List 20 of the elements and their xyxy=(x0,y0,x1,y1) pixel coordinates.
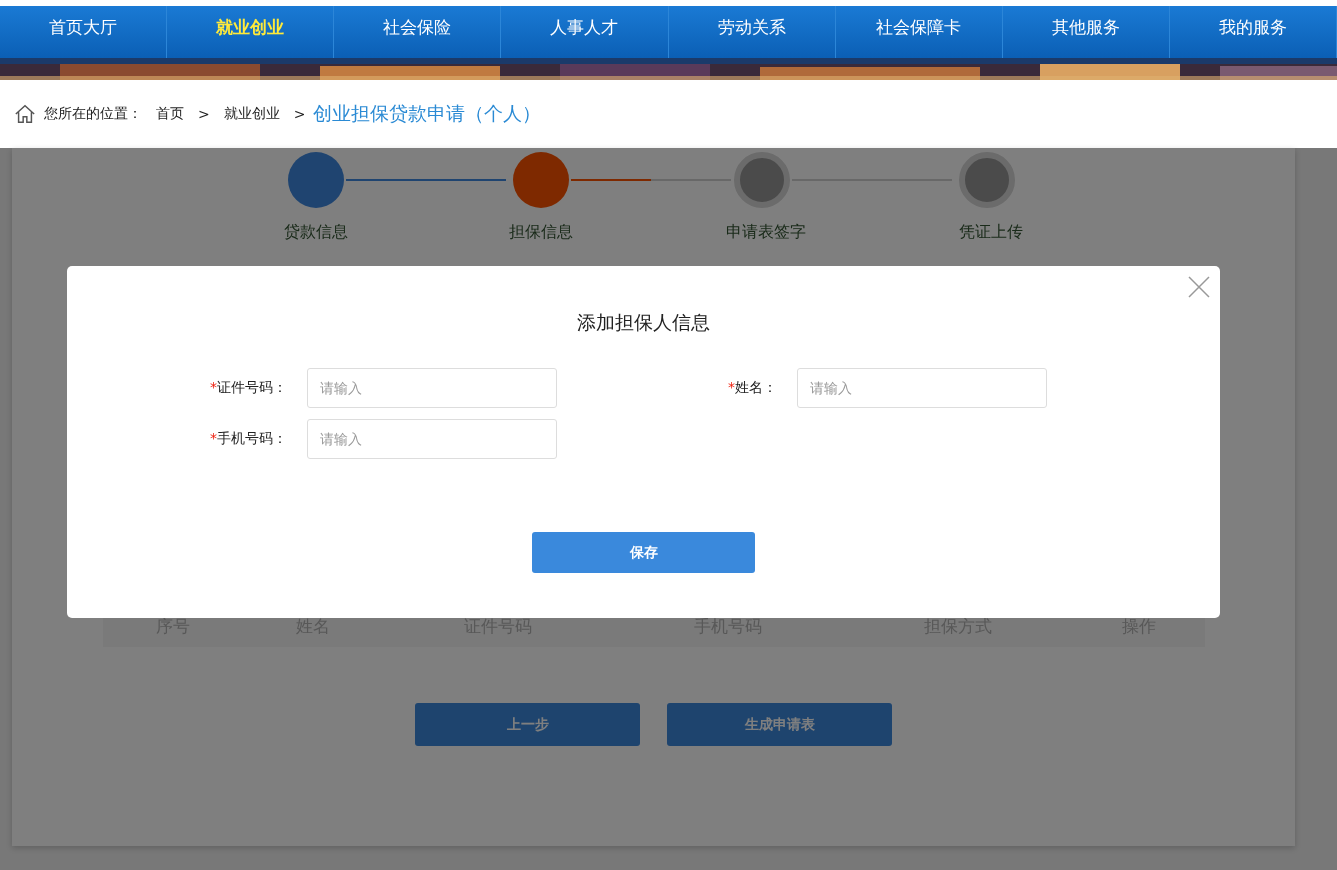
home-icon xyxy=(14,103,36,125)
field-label: *手机号码： xyxy=(210,430,288,448)
dialog-title: 添加担保人信息 xyxy=(577,310,710,335)
field-label: *证件号码： xyxy=(210,379,288,397)
breadcrumb-link[interactable]: 首页 xyxy=(156,105,184,123)
field-label: *姓名： xyxy=(728,379,778,397)
breadcrumb-separator: > xyxy=(198,106,210,122)
location-label: 您所在的位置： xyxy=(44,105,142,123)
close-icon[interactable] xyxy=(1188,276,1210,298)
input-field[interactable]: 请输入 xyxy=(307,368,557,408)
input-field[interactable]: 请输入 xyxy=(307,419,557,459)
step-label: 贷款信息 xyxy=(284,222,348,243)
page-title: 创业担保贷款申请（个人） xyxy=(313,101,542,126)
step-label: 申请表签字 xyxy=(726,222,806,243)
save-button[interactable]: 保存 xyxy=(532,532,755,573)
step-label: 担保信息 xyxy=(509,222,573,243)
breadcrumb-separator: > xyxy=(293,106,306,122)
breadcrumb-link[interactable]: 就业创业 xyxy=(223,105,280,123)
input-field[interactable]: 请输入 xyxy=(797,368,1047,408)
step-label: 凭证上传 xyxy=(959,222,1023,243)
